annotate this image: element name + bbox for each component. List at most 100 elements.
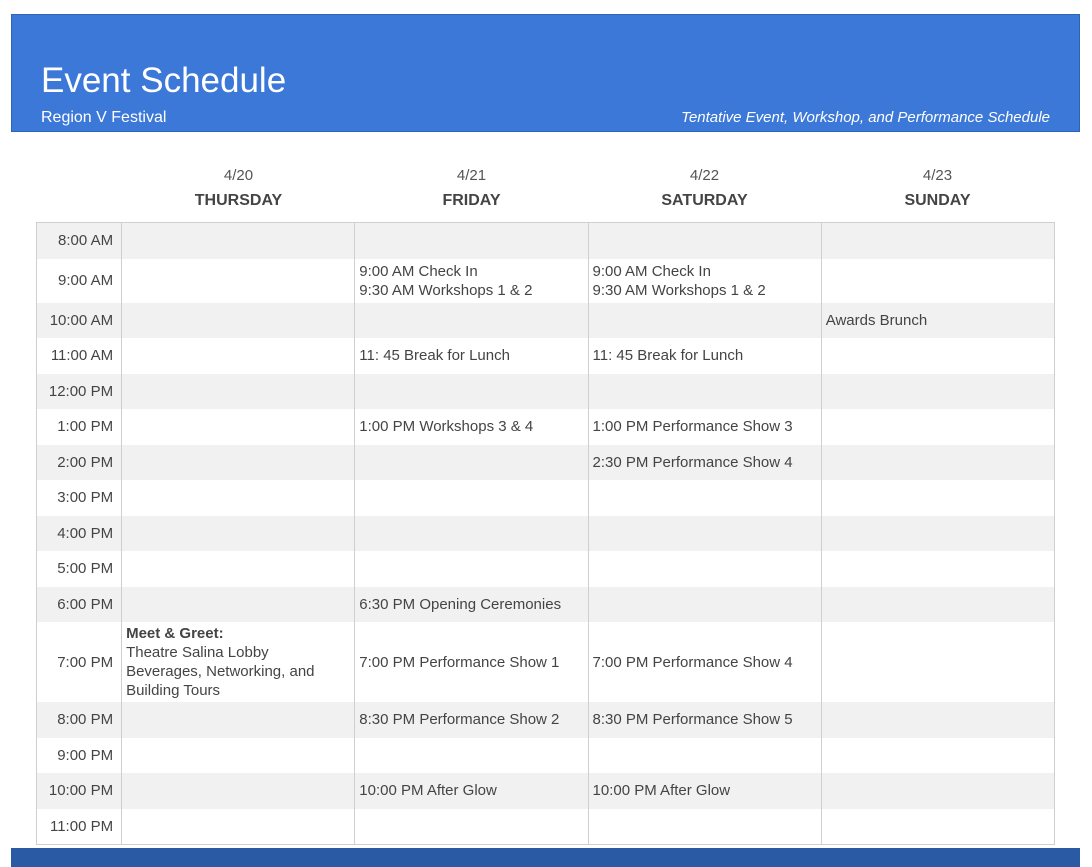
schedule-cell-saturday: 1:00 PM Performance Show 3 (587, 409, 822, 445)
time-slot-label: 8:00 AM (36, 223, 123, 259)
schedule-cell-thursday (121, 773, 356, 809)
schedule-cell-friday (354, 444, 589, 480)
schedule-cell-thursday (121, 338, 356, 374)
event-entry: 7:00 PM Performance Show 4 (592, 653, 793, 671)
schedule-cell-friday: 6:30 PM Opening Ceremonies (354, 586, 589, 622)
schedule-cell-thursday (121, 551, 356, 587)
schedule-cell-saturday: 7:00 PM Performance Show 4 (587, 622, 822, 702)
time-slot-label: 7:00 PM (36, 622, 123, 702)
table-row: 7:00 PM Meet & Greet: Theatre Salina Lobby… (36, 622, 1056, 702)
schedule-cell-saturday: 9:00 AM Check In 9:30 AM Workshops 1 & 2 (587, 258, 822, 303)
schedule-cell-friday (354, 808, 589, 844)
day-name: FRIDAY (442, 192, 501, 209)
schedule-cell-friday (354, 515, 589, 551)
time-slot-label: 3:00 PM (36, 480, 123, 516)
schedule-cell-sunday (820, 338, 1056, 374)
schedule-cell-friday (354, 480, 589, 516)
schedule-cell-friday: 8:30 PM Performance Show 2 (354, 702, 589, 738)
time-slot-label: 9:00 AM (36, 258, 123, 303)
schedule-cell-saturday (587, 223, 822, 259)
schedule-cell-friday (354, 223, 589, 259)
event-entry: 11: 45 Break for Lunch (592, 347, 744, 365)
schedule-cell-friday (354, 551, 589, 587)
table-row: 3:00 PM (36, 480, 1056, 516)
schedule-cell-thursday (121, 586, 356, 622)
day-name: THURSDAY (194, 192, 283, 209)
schedule-cell-friday (354, 373, 589, 409)
schedule-grid: 8:00 AM 9:00 AM 9:00 AM Check In 9:30 AM Wo… (36, 223, 1056, 845)
footer-bar (11, 848, 1080, 867)
day-header-row: 4/20 THURSDAY 4/21 FRIDAY 4/22 SATURDAY … (36, 160, 1055, 223)
schedule-cell-saturday (587, 737, 822, 773)
header-banner: Event Schedule Region V Festival Tentati… (11, 14, 1080, 132)
schedule-cell-saturday: 11: 45 Break for Lunch (587, 338, 822, 374)
day-name: SATURDAY (661, 192, 748, 209)
event-entry: 9:00 AM Check In (359, 262, 478, 280)
schedule-cell-saturday (587, 808, 822, 844)
time-slot-label: 1:00 PM (36, 409, 123, 445)
time-slot-label: 4:00 PM (36, 515, 123, 551)
table-row: 12:00 PM (36, 373, 1056, 409)
schedule-cell-thursday (121, 515, 356, 551)
schedule-cell-saturday: 2:30 PM Performance Show 4 (587, 444, 822, 480)
event-entry: 2:30 PM Performance Show 4 (592, 453, 793, 471)
time-slot-label: 2:00 PM (36, 444, 123, 480)
time-slot-label: 8:00 PM (36, 702, 123, 738)
schedule-tagline: Tentative Event, Workshop, and Performan… (681, 109, 1050, 126)
time-slot-label: 11:00 PM (36, 808, 123, 844)
event-entry: 6:30 PM Opening Ceremonies (359, 595, 562, 613)
event-entry: 11: 45 Break for Lunch (359, 347, 510, 365)
schedule-cell-thursday (121, 302, 356, 338)
schedule-cell-sunday (820, 373, 1056, 409)
event-entry: 8:30 PM Performance Show 2 (359, 711, 560, 729)
table-row: 11:00 AM 11: 45 Break for Lunch 11: 45 Bre… (36, 338, 1056, 374)
event-entry: 7:00 PM Performance Show 1 (359, 653, 560, 671)
schedule-cell-sunday (820, 444, 1056, 480)
table-row: 8:00 AM (36, 223, 1056, 259)
day-date: 4/21 (456, 167, 487, 184)
table-row: 9:00 PM (36, 737, 1056, 773)
schedule-cell-thursday (121, 409, 356, 445)
schedule-cell-sunday (820, 551, 1056, 587)
schedule-cell-thursday (121, 373, 356, 409)
day-header-saturday: 4/22 SATURDAY (588, 160, 821, 211)
table-row: 2:00 PM 2:30 PM Performance Show 4 (36, 444, 1056, 480)
schedule-cell-thursday (121, 702, 356, 738)
table-row: 10:00 AM Awards Brunch (36, 302, 1056, 338)
schedule-cell-thursday (121, 258, 356, 303)
day-header-thursday: 4/20 THURSDAY (122, 160, 355, 211)
event-entry: Meet & Greet: (126, 625, 224, 642)
event-entry: Building Tours (126, 682, 221, 699)
event-entry: 1:00 PM Workshops 3 & 4 (359, 418, 534, 436)
table-row: 8:00 PM 8:30 PM Performance Show 2 8:30 PM… (36, 702, 1056, 738)
day-date: 4/20 (223, 167, 254, 184)
event-entry: Beverages, Networking, and (126, 663, 315, 680)
schedule-cell-sunday (820, 773, 1056, 809)
table-row: 1:00 PM 1:00 PM Workshops 3 & 4 1:00 PM Pe… (36, 409, 1056, 445)
schedule-cell-thursday (121, 223, 356, 259)
schedule-cell-friday (354, 737, 589, 773)
schedule-cell-thursday: Meet & Greet: Theatre Salina Lobby Beverag… (121, 622, 356, 702)
schedule-cell-saturday (587, 515, 822, 551)
time-slot-label: 5:00 PM (36, 551, 123, 587)
event-entry: 10:00 PM After Glow (592, 782, 731, 800)
schedule-cell-thursday (121, 737, 356, 773)
time-slot-label: 10:00 AM (36, 302, 123, 338)
schedule-cell-sunday (820, 586, 1056, 622)
schedule-cell-sunday (820, 737, 1056, 773)
schedule-cell-saturday (587, 302, 822, 338)
day-header-friday: 4/21 FRIDAY (355, 160, 588, 211)
schedule-cell-saturday (587, 586, 822, 622)
event-entry: 1:00 PM Performance Show 3 (592, 418, 793, 436)
table-row: 11:00 PM (36, 808, 1056, 844)
schedule-cell-saturday: 8:30 PM Performance Show 5 (587, 702, 822, 738)
schedule-cell-sunday: Awards Brunch (820, 302, 1056, 338)
schedule-cell-friday: 7:00 PM Performance Show 1 (354, 622, 589, 702)
table-row: 6:00 PM 6:30 PM Opening Ceremonies (36, 586, 1056, 622)
event-entry: Awards Brunch (825, 311, 928, 329)
schedule-cell-sunday (820, 223, 1056, 259)
schedule-cell-thursday (121, 480, 356, 516)
schedule-cell-saturday (587, 373, 822, 409)
table-row: 4:00 PM (36, 515, 1056, 551)
page-title: Event Schedule (41, 61, 287, 100)
